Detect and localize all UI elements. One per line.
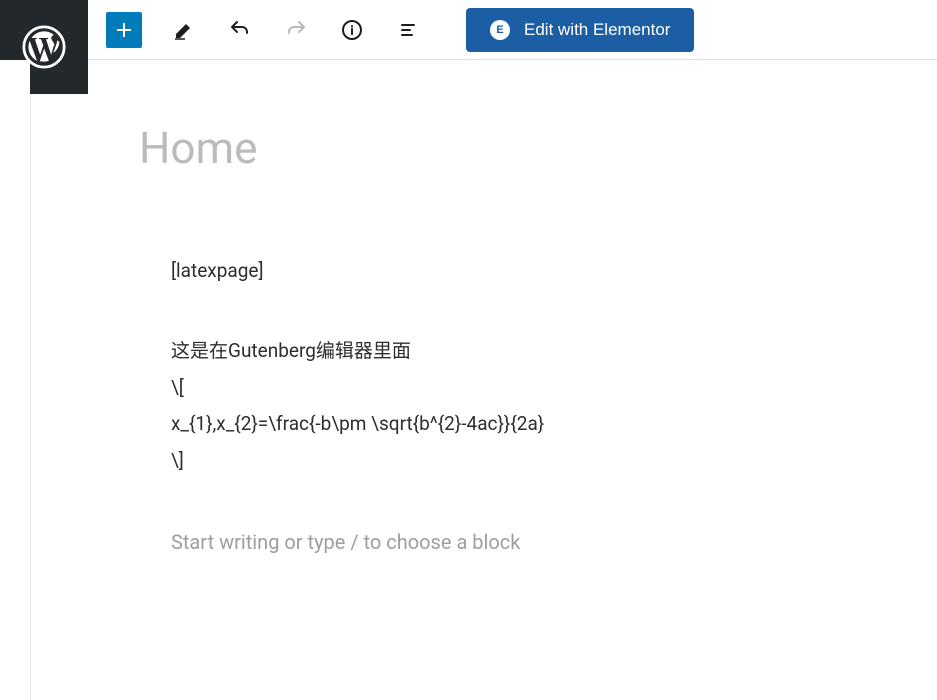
elementor-label: Edit with Elementor: [524, 20, 670, 40]
content-line[interactable]: \]: [171, 446, 877, 476]
new-block-placeholder[interactable]: Start writing or type / to choose a bloc…: [171, 530, 877, 554]
undo-icon: [228, 18, 252, 42]
left-gutter: [0, 60, 30, 700]
toolbar-buttons: E Edit with Elementor: [88, 0, 937, 59]
content-line[interactable]: 这是在Gutenberg编辑器里面: [171, 336, 877, 366]
top-toolbar: E Edit with Elementor: [0, 0, 937, 60]
plus-icon: [112, 18, 136, 42]
pencil-icon: [172, 18, 196, 42]
content-block[interactable]: [latexpage] 这是在Gutenberg编辑器里面 \[ x_{1},x…: [171, 256, 877, 476]
elementor-icon: E: [490, 20, 510, 40]
undo-button[interactable]: [216, 6, 264, 54]
editor-area[interactable]: Home [latexpage] 这是在Gutenberg编辑器里面 \[ x_…: [30, 94, 937, 700]
add-block-button[interactable]: [106, 12, 142, 48]
list-icon: [396, 18, 420, 42]
blank-line: [171, 292, 877, 336]
elementor-button[interactable]: E Edit with Elementor: [466, 8, 694, 52]
info-button[interactable]: [328, 6, 376, 54]
info-icon: [340, 18, 364, 42]
redo-icon: [284, 18, 308, 42]
edit-button[interactable]: [160, 6, 208, 54]
content-line[interactable]: x_{1},x_{2}=\frac{-b\pm \sqrt{b^{2}-4ac}…: [171, 409, 877, 439]
page-title-input[interactable]: Home: [139, 122, 877, 174]
redo-button[interactable]: [272, 6, 320, 54]
content-wrapper: Home [latexpage] 这是在Gutenberg编辑器里面 \[ x_…: [0, 60, 937, 700]
content-line[interactable]: [latexpage]: [171, 256, 877, 286]
outline-button[interactable]: [384, 6, 432, 54]
content-line[interactable]: \[: [171, 373, 877, 403]
